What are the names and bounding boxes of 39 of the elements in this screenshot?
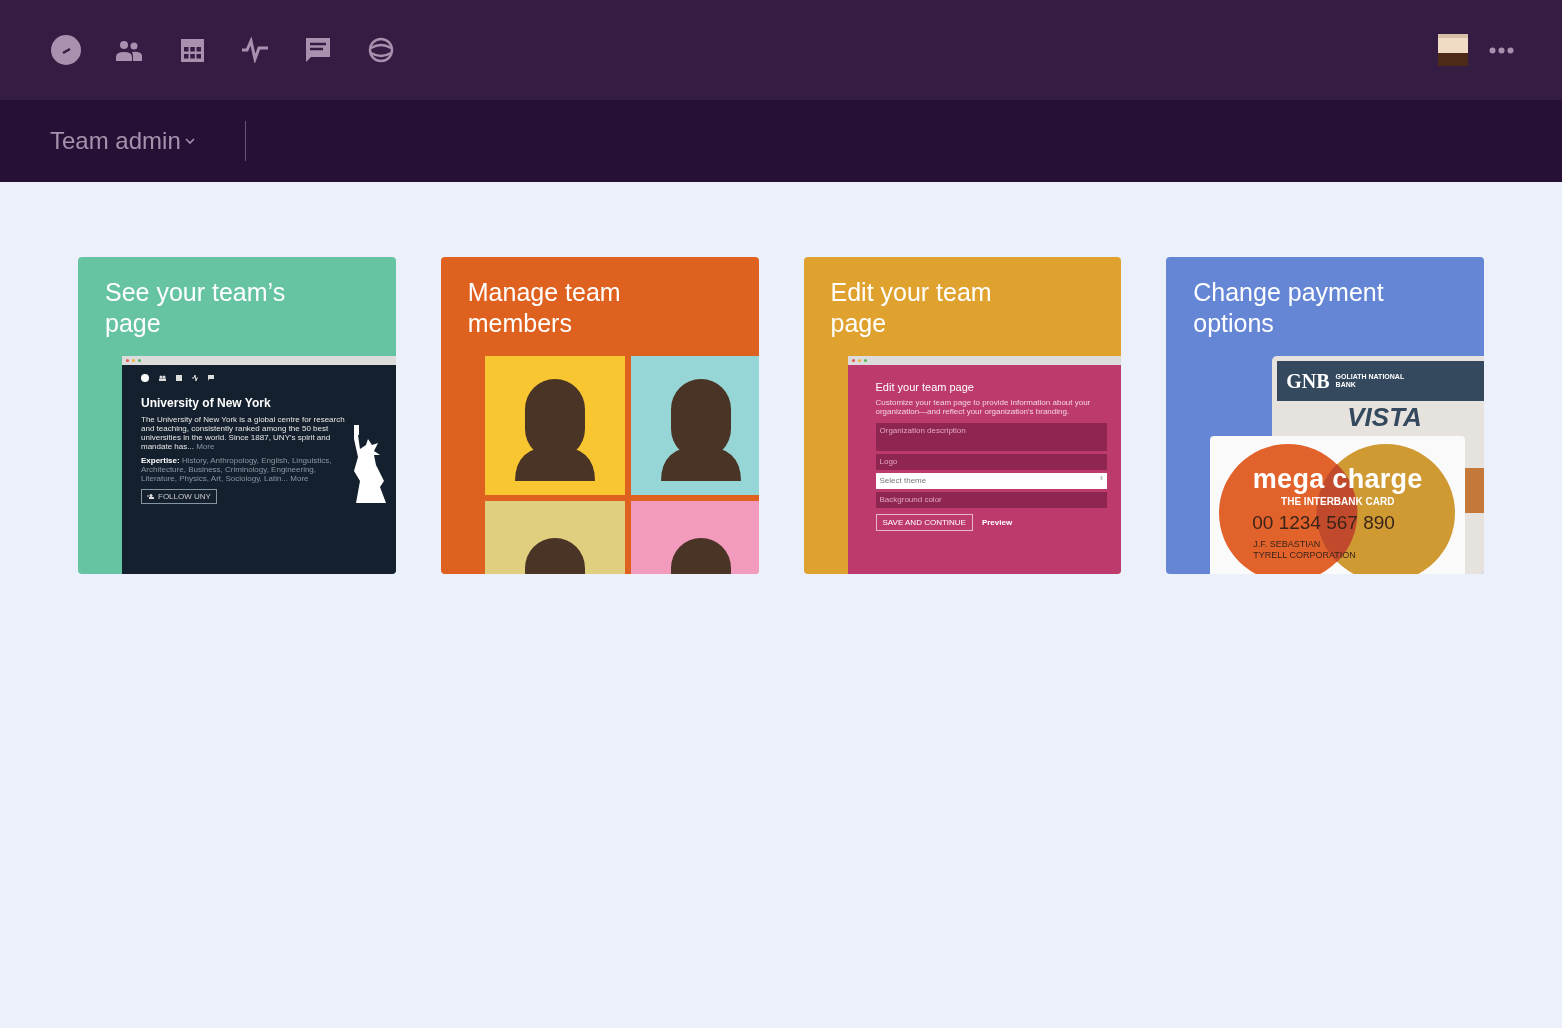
follow-button[interactable]: FOLLOW UNY bbox=[141, 489, 217, 504]
input-field[interactable]: Background color bbox=[875, 492, 1108, 508]
card-tagline: THE INTERBANK CARD bbox=[1281, 496, 1395, 507]
input-field[interactable]: Logo bbox=[875, 454, 1108, 470]
card-brand: VISTA bbox=[1346, 403, 1423, 431]
chat-icon bbox=[208, 375, 214, 381]
save-button[interactable]: SAVE AND CONTINUE bbox=[875, 514, 973, 531]
editor-description: Customize your team page to provide information about your organization—and reflect your organization's branding. bbox=[875, 398, 1092, 416]
action-card[interactable] bbox=[803, 257, 1122, 574]
university-name: University of New York bbox=[141, 396, 272, 410]
bank-code: GNB bbox=[1286, 369, 1330, 393]
editor-heading: Edit your team page bbox=[875, 381, 975, 393]
card-brand: mega charge bbox=[1252, 464, 1423, 495]
expertise-list: Expertise: History, Anthropology, English, Linguistics, Architecture, Business, Criminology, Engineering, Literature, Physics, Art, Sociology, Latin... More bbox=[141, 456, 346, 483]
card-title: Manage team members bbox=[466, 277, 622, 339]
chevron-down-icon bbox=[184, 138, 195, 144]
card-title: See your team’s page bbox=[104, 277, 287, 339]
pulse-icon[interactable] bbox=[239, 34, 271, 66]
pulse-icon bbox=[192, 375, 198, 381]
action-card[interactable]: Manage team members bbox=[440, 257, 759, 574]
action-card[interactable] bbox=[78, 257, 396, 574]
dashboard-icon[interactable] bbox=[50, 34, 82, 66]
more-icon[interactable] bbox=[1489, 46, 1514, 54]
card-title: Change payment options bbox=[1192, 277, 1385, 339]
card-title: Edit your team page bbox=[829, 277, 993, 339]
grid-icon bbox=[176, 375, 182, 381]
card-holder: J.F. SEBASTIAN TYRELL CORPORATION bbox=[1252, 539, 1357, 561]
input-field[interactable]: Organization description bbox=[875, 423, 1108, 451]
preview-link[interactable]: Preview bbox=[981, 518, 1013, 527]
theme-select[interactable]: Select theme bbox=[875, 473, 1108, 489]
more-link[interactable]: More bbox=[196, 442, 215, 451]
section-dropdown[interactable]: Team admin bbox=[50, 121, 246, 161]
dashboard-icon bbox=[141, 374, 149, 382]
people-icon bbox=[159, 375, 166, 381]
user-avatar[interactable] bbox=[1437, 33, 1469, 67]
person-add-icon bbox=[147, 494, 154, 499]
university-description: The University of New York is a global centre for research and teaching, consistently ranked among the 50 best universities in the world. Since 1887, UNY's spirit and mandate has... More bbox=[141, 415, 346, 451]
more-link[interactable]: More bbox=[290, 474, 309, 483]
card-number: 00 1234 567 890 bbox=[1251, 512, 1396, 534]
